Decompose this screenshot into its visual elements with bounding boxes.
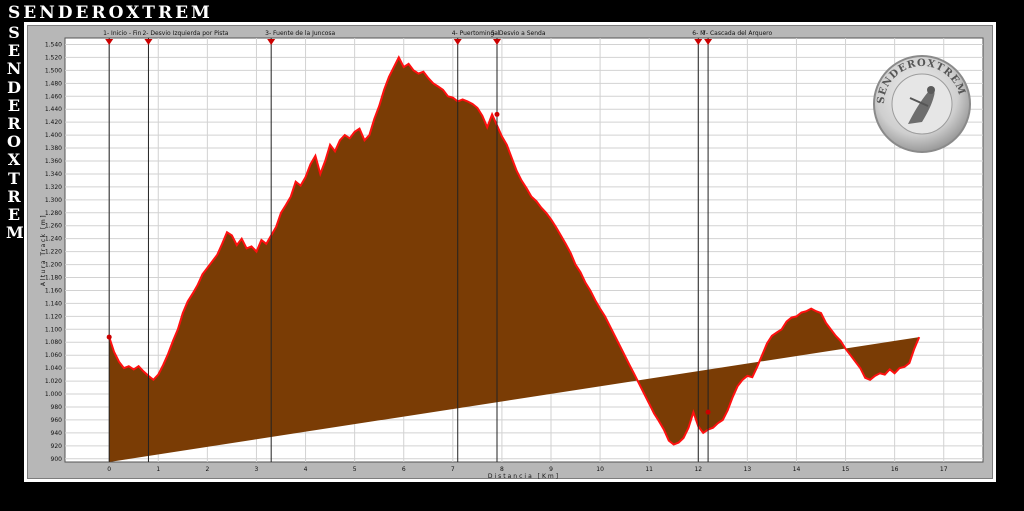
y-tick-label: 1.520 xyxy=(45,54,62,61)
y-tick-label: 1.380 xyxy=(45,145,62,152)
y-tick-label: 1.540 xyxy=(45,41,62,48)
y-tick-label: 1.160 xyxy=(45,287,62,294)
y-tick-label: 980 xyxy=(51,404,63,411)
y-tick-label: 960 xyxy=(51,417,63,424)
y-tick-label: 1.420 xyxy=(45,119,62,126)
waypoint-label: 5- Desvio a Senda xyxy=(491,30,546,37)
y-tick-label: 1.200 xyxy=(45,262,62,269)
x-tick-label: 7 xyxy=(451,466,455,473)
y-tick-label: 1.180 xyxy=(45,275,62,282)
x-tick-label: 14 xyxy=(793,466,801,473)
y-tick-label: 940 xyxy=(51,430,63,437)
x-tick-label: 9 xyxy=(549,466,553,473)
y-tick-label: 1.340 xyxy=(45,171,62,178)
x-tick-label: 0 xyxy=(107,466,111,473)
elevation-profile-chart: 1- Inicio - Fin 2- Desvio Izquierda por P… xyxy=(40,30,984,480)
y-tick-label: 1.240 xyxy=(45,236,62,243)
y-tick-label: 1.060 xyxy=(45,352,62,359)
x-tick-label: 16 xyxy=(891,466,899,473)
waypoint-label: 3- Fuente de la Juncosa xyxy=(265,30,335,37)
brand-vertical-title: SENDEROXTREM xyxy=(6,23,24,243)
x-tick-label: 15 xyxy=(842,466,850,473)
y-tick-label: 1.500 xyxy=(45,67,62,74)
x-tick-label: 8 xyxy=(500,466,504,473)
y-tick-label: 1.480 xyxy=(45,80,62,87)
x-tick-label: 12 xyxy=(694,466,702,473)
y-tick-label: 920 xyxy=(51,443,63,450)
y-tick-label: 1.260 xyxy=(45,223,62,230)
waypoint-label: 1- Inicio - Fin xyxy=(103,30,141,37)
y-tick-label: 1.000 xyxy=(45,391,62,398)
y-tick-label: 1.040 xyxy=(45,365,62,372)
x-tick-label: 13 xyxy=(744,466,752,473)
y-tick-label: 1.020 xyxy=(45,378,62,385)
y-tick-label: 1.440 xyxy=(45,106,62,113)
y-tick-label: 1.220 xyxy=(45,249,62,256)
y-tick-label: 1.280 xyxy=(45,210,62,217)
waypoint-label: 2- Desvio Izquierda por Pista xyxy=(142,30,228,37)
x-tick-label: 5 xyxy=(353,466,357,473)
y-tick-label: 1.320 xyxy=(45,184,62,191)
y-tick-label: 1.120 xyxy=(45,313,62,320)
y-tick-label: 1.300 xyxy=(45,197,62,204)
x-tick-label: 3 xyxy=(255,466,259,473)
waypoint-point xyxy=(705,409,711,415)
y-tick-label: 1.140 xyxy=(45,300,62,307)
x-axis-label: Distancia [Km] xyxy=(488,473,560,480)
y-tick-label: 1.360 xyxy=(45,158,62,165)
x-tick-label: 11 xyxy=(645,466,653,473)
brand-title: SENDEROXTREM xyxy=(8,3,213,23)
x-tick-label: 6 xyxy=(402,466,406,473)
climber-seal-icon: SENDEROXTREM xyxy=(873,55,971,153)
y-tick-label: 1.080 xyxy=(45,339,62,346)
y-tick-label: 1.460 xyxy=(45,93,62,100)
y-tick-label: 900 xyxy=(51,456,63,463)
x-tick-label: 2 xyxy=(205,466,209,473)
y-tick-label: 1.100 xyxy=(45,326,62,333)
x-tick-label: 17 xyxy=(940,466,948,473)
x-tick-label: 10 xyxy=(596,466,604,473)
x-tick-label: 4 xyxy=(304,466,308,473)
elevation-profile-panel: 1- Inicio - Fin 2- Desvio Izquierda por P… xyxy=(27,25,993,480)
y-tick-label: 1.400 xyxy=(45,132,62,139)
x-tick-label: 1 xyxy=(156,466,160,473)
waypoint-point xyxy=(494,111,500,117)
waypoint-label: 7- Cascada del Arquero xyxy=(702,30,772,37)
y-axis-label: Altura Track [m] xyxy=(40,214,47,286)
waypoint-point xyxy=(106,334,112,340)
